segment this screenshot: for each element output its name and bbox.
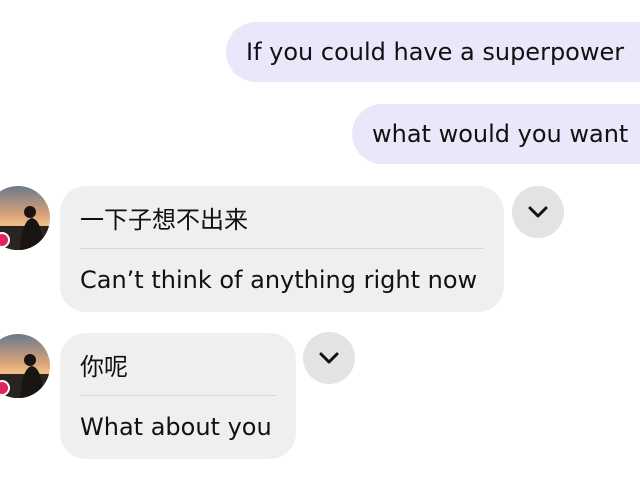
message-text: what would you want [372,120,629,148]
chevron-down-icon [319,352,339,364]
original-text: 你呢 [80,333,276,396]
expand-translation-button[interactable] [512,186,564,238]
expand-translation-button[interactable] [303,332,355,384]
original-text: 一下子想不出来 [80,186,484,249]
outgoing-message[interactable]: If you could have a superpower [226,22,640,82]
translated-text: What about you [80,413,272,441]
chat-thread: If you could have a superpower what woul… [0,0,640,480]
translated-text: Can’t think of anything right now [80,266,478,294]
incoming-message[interactable]: 一下子想不出来 Can’t think of anything right no… [60,186,504,312]
outgoing-message[interactable]: what would you want [352,104,640,164]
incoming-message[interactable]: 你呢 What about you [60,333,296,459]
message-text: If you could have a superpower [246,38,625,66]
chevron-down-icon [528,206,548,218]
